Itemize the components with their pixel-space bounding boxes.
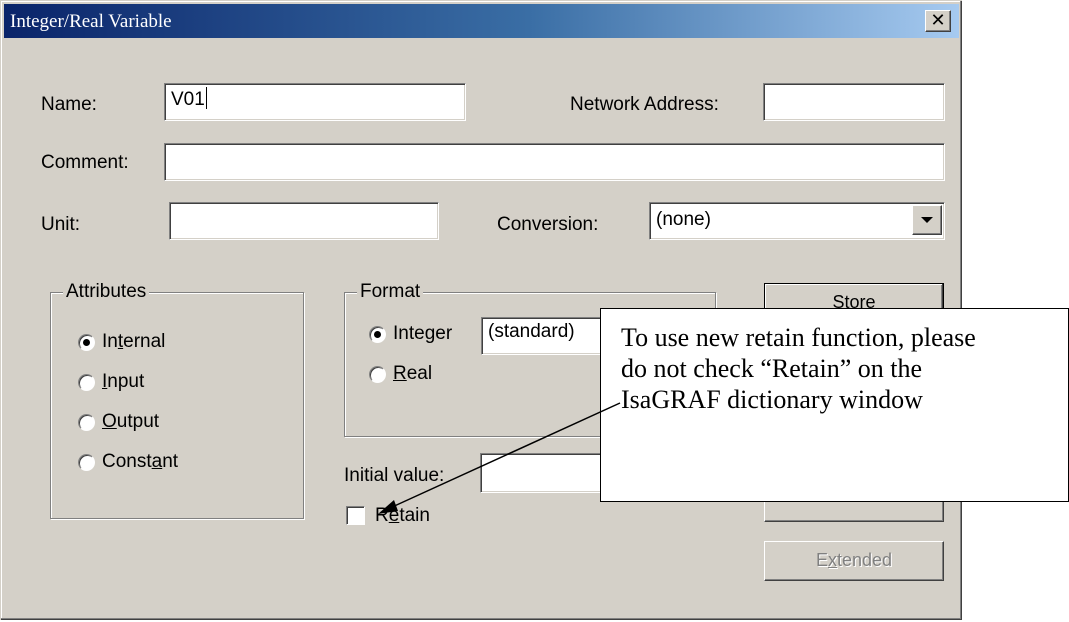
retain-label[interactable]: Retain — [375, 505, 430, 527]
conversion-select[interactable]: (none) — [649, 202, 945, 240]
attributes-group: Attributes Internal Input Output Constan… — [50, 281, 304, 519]
radio-selected-icon — [78, 334, 95, 351]
radio-unselected-icon — [78, 414, 95, 431]
comment-label: Comment: — [41, 152, 129, 173]
title-bar[interactable]: Integer/Real Variable ✕ — [4, 4, 959, 38]
network-address-label: Network Address: — [570, 94, 719, 115]
initial-value-label: Initial value: — [344, 465, 445, 486]
unit-label: Unit: — [41, 214, 81, 235]
radio-real-label: Real — [393, 363, 433, 384]
radio-unselected-icon — [78, 454, 95, 471]
radio-output-label: Output — [102, 411, 160, 432]
radio-selected-icon — [369, 326, 386, 343]
close-button[interactable]: ✕ — [925, 10, 951, 32]
radio-constant-label: Constant — [102, 451, 179, 472]
radio-unselected-icon — [78, 374, 95, 391]
close-icon: ✕ — [930, 10, 946, 31]
conversion-value: (none) — [656, 209, 711, 230]
radio-internal-label: Internal — [102, 331, 166, 352]
attributes-title: Attributes — [63, 281, 150, 303]
unit-input[interactable] — [169, 202, 439, 240]
format-title: Format — [357, 281, 424, 303]
conversion-label: Conversion: — [497, 214, 599, 235]
dialog-title: Integer/Real Variable — [10, 11, 172, 32]
callout-line: To use new retain function, please — [621, 323, 976, 352]
radio-unselected-icon — [369, 366, 386, 383]
callout-line: IsaGRAF dictionary window — [621, 385, 923, 414]
radio-integer-label: Integer — [393, 323, 453, 344]
retain-checkbox[interactable] — [346, 506, 365, 525]
annotation-callout: To use new retain function, please do no… — [600, 308, 1069, 502]
text-caret — [205, 87, 207, 109]
name-value: V01 — [171, 89, 205, 110]
extended-button[interactable]: Extended — [764, 541, 944, 581]
network-address-input[interactable] — [763, 83, 945, 121]
comment-input[interactable] — [164, 143, 945, 181]
format-value: (standard) — [488, 321, 575, 342]
callout-line: do not check “Retain” on the — [621, 354, 923, 383]
radio-input-label: Input — [102, 371, 145, 392]
name-label: Name: — [41, 94, 97, 115]
chevron-down-icon[interactable] — [912, 205, 942, 235]
name-input[interactable]: V01 — [164, 83, 466, 121]
